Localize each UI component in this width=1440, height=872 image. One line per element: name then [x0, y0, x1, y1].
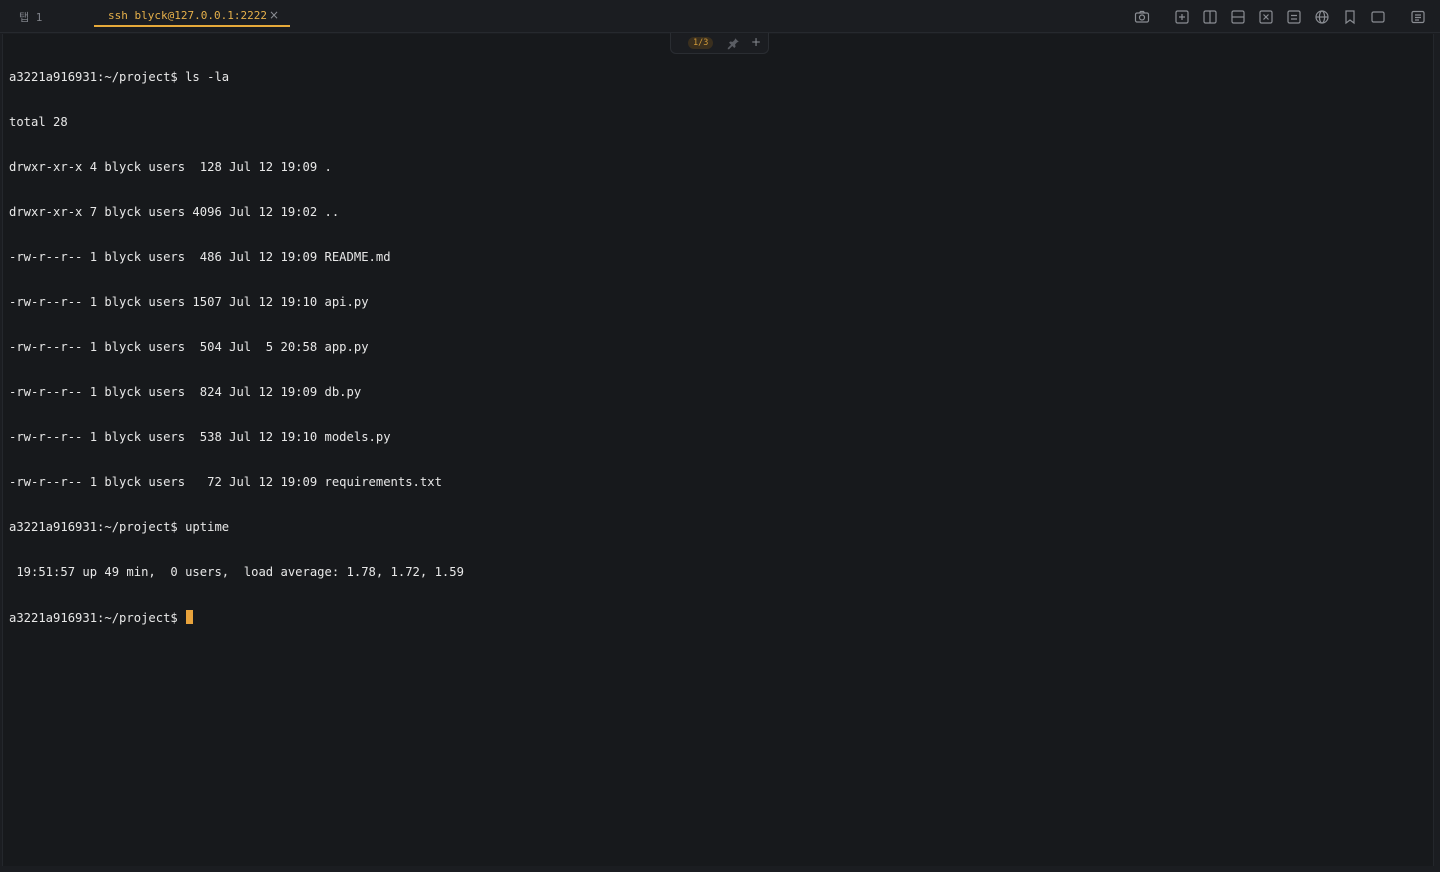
tab-ssh-session[interactable]: ssh blyck@127.0.0.1:2222 ×: [94, 6, 290, 27]
pane-badge: 1/3 +: [670, 33, 769, 54]
terminal-line: -rw-r--r-- 1 blyck users 1507 Jul 12 19:…: [9, 295, 369, 309]
terminal-line: a3221a916931:~/project$ uptime: [9, 520, 230, 534]
terminal-prompt-line[interactable]: a3221a916931:~/project$: [9, 610, 464, 625]
terminal-line: -rw-r--r-- 1 blyck users 824 Jul 12 19:0…: [9, 385, 362, 399]
terminal-line: drwxr-xr-x 4 blyck users 128 Jul 12 19:0…: [9, 160, 332, 174]
tab-1-label: 탭 1: [19, 10, 43, 24]
terminal-output: a3221a916931:~/project$ ls -la total 28 …: [9, 40, 464, 655]
terminal-line: drwxr-xr-x 7 blyck users 4096 Jul 12 19:…: [9, 205, 340, 219]
terminal-line: -rw-r--r-- 1 blyck users 72 Jul 12 19:09…: [9, 475, 442, 489]
terminal-line: total 28: [9, 115, 68, 129]
terminal-cursor: [186, 610, 194, 624]
terminal-line: -rw-r--r-- 1 blyck users 486 Jul 12 19:0…: [9, 250, 391, 264]
tab-bar: 탭 1 ssh blyck@127.0.0.1:2222 ×: [0, 0, 1440, 33]
new-pane-icon[interactable]: [1174, 9, 1190, 25]
terminal-line: 19:51:57 up 49 min, 0 users, load averag…: [9, 565, 464, 579]
tab-1[interactable]: 탭 1: [19, 6, 79, 27]
window-icon[interactable]: [1370, 9, 1386, 25]
add-pane-button[interactable]: +: [751, 34, 761, 50]
terminal-line: -rw-r--r-- 1 blyck users 504 Jul 5 20:58…: [9, 340, 369, 354]
terminal-prompt: a3221a916931:~/project$: [9, 611, 186, 625]
close-pane-icon[interactable]: [1258, 9, 1274, 25]
terminal-line: -rw-r--r-- 1 blyck users 538 Jul 12 19:1…: [9, 430, 391, 444]
terminal-app-window: 탭 1 ssh blyck@127.0.0.1:2222 × a3221a916…: [0, 0, 1440, 872]
keyboard-icon[interactable]: [1286, 9, 1302, 25]
split-vertical-icon[interactable]: [1202, 9, 1218, 25]
sidebar-icon[interactable]: [1410, 9, 1426, 25]
camera-icon[interactable]: [1134, 9, 1150, 25]
split-horizontal-icon[interactable]: [1230, 9, 1246, 25]
tab-close-icon[interactable]: ×: [269, 8, 279, 22]
globe-icon[interactable]: [1314, 9, 1330, 25]
bookmark-icon[interactable]: [1342, 9, 1358, 25]
terminal-pane[interactable]: a3221a916931:~/project$ ls -la total 28 …: [2, 34, 1434, 866]
pane-counter[interactable]: 1/3: [688, 37, 714, 49]
pin-icon[interactable]: [727, 37, 740, 50]
terminal-line: a3221a916931:~/project$ ls -la: [9, 70, 230, 84]
tab-ssh-session-label: ssh blyck@127.0.0.1:2222: [108, 9, 267, 22]
